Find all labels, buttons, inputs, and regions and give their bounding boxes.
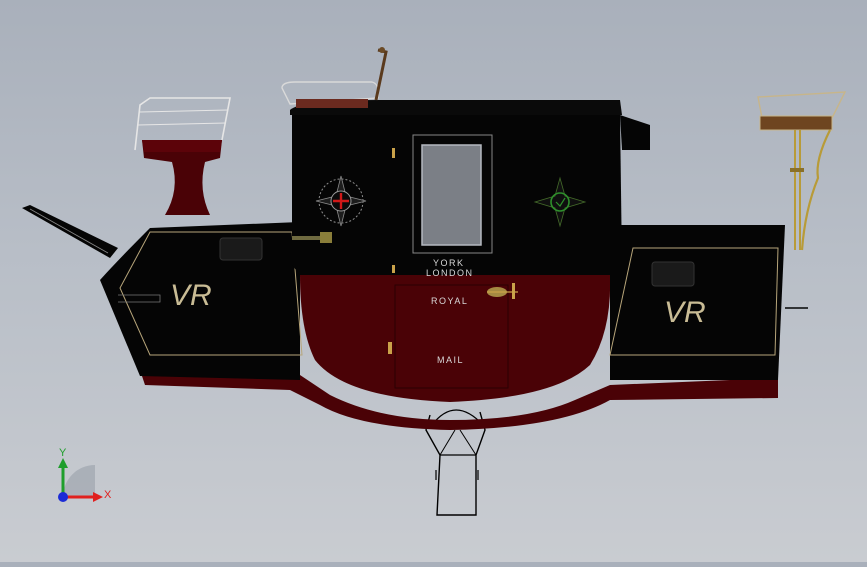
- model-canvas[interactable]: VR ROYAL MAIL YORK LONDON VR Y X: [0, 0, 867, 562]
- driver-seat[interactable]: [142, 140, 222, 215]
- monogram-left: VR: [170, 279, 212, 312]
- door-label-london: LONDON: [426, 268, 474, 278]
- coach-roof[interactable]: [281, 47, 622, 115]
- door-label-mail: MAIL: [437, 355, 464, 365]
- rear-boot[interactable]: VR: [609, 225, 808, 380]
- door-label-royal: ROYAL: [431, 296, 468, 306]
- coach-belly[interactable]: ROYAL MAIL: [300, 275, 611, 402]
- triad-x-label: X: [104, 489, 112, 501]
- door-label-york: YORK: [433, 258, 465, 268]
- front-boot[interactable]: VR: [100, 222, 303, 380]
- graphics-viewport[interactable]: VR ROYAL MAIL YORK LONDON VR Y X: [0, 0, 867, 562]
- brake-lever[interactable]: [22, 205, 118, 258]
- triad-y-label: Y: [59, 447, 67, 459]
- monogram-right: VR: [664, 296, 706, 329]
- axis-triad: Y X: [58, 447, 112, 502]
